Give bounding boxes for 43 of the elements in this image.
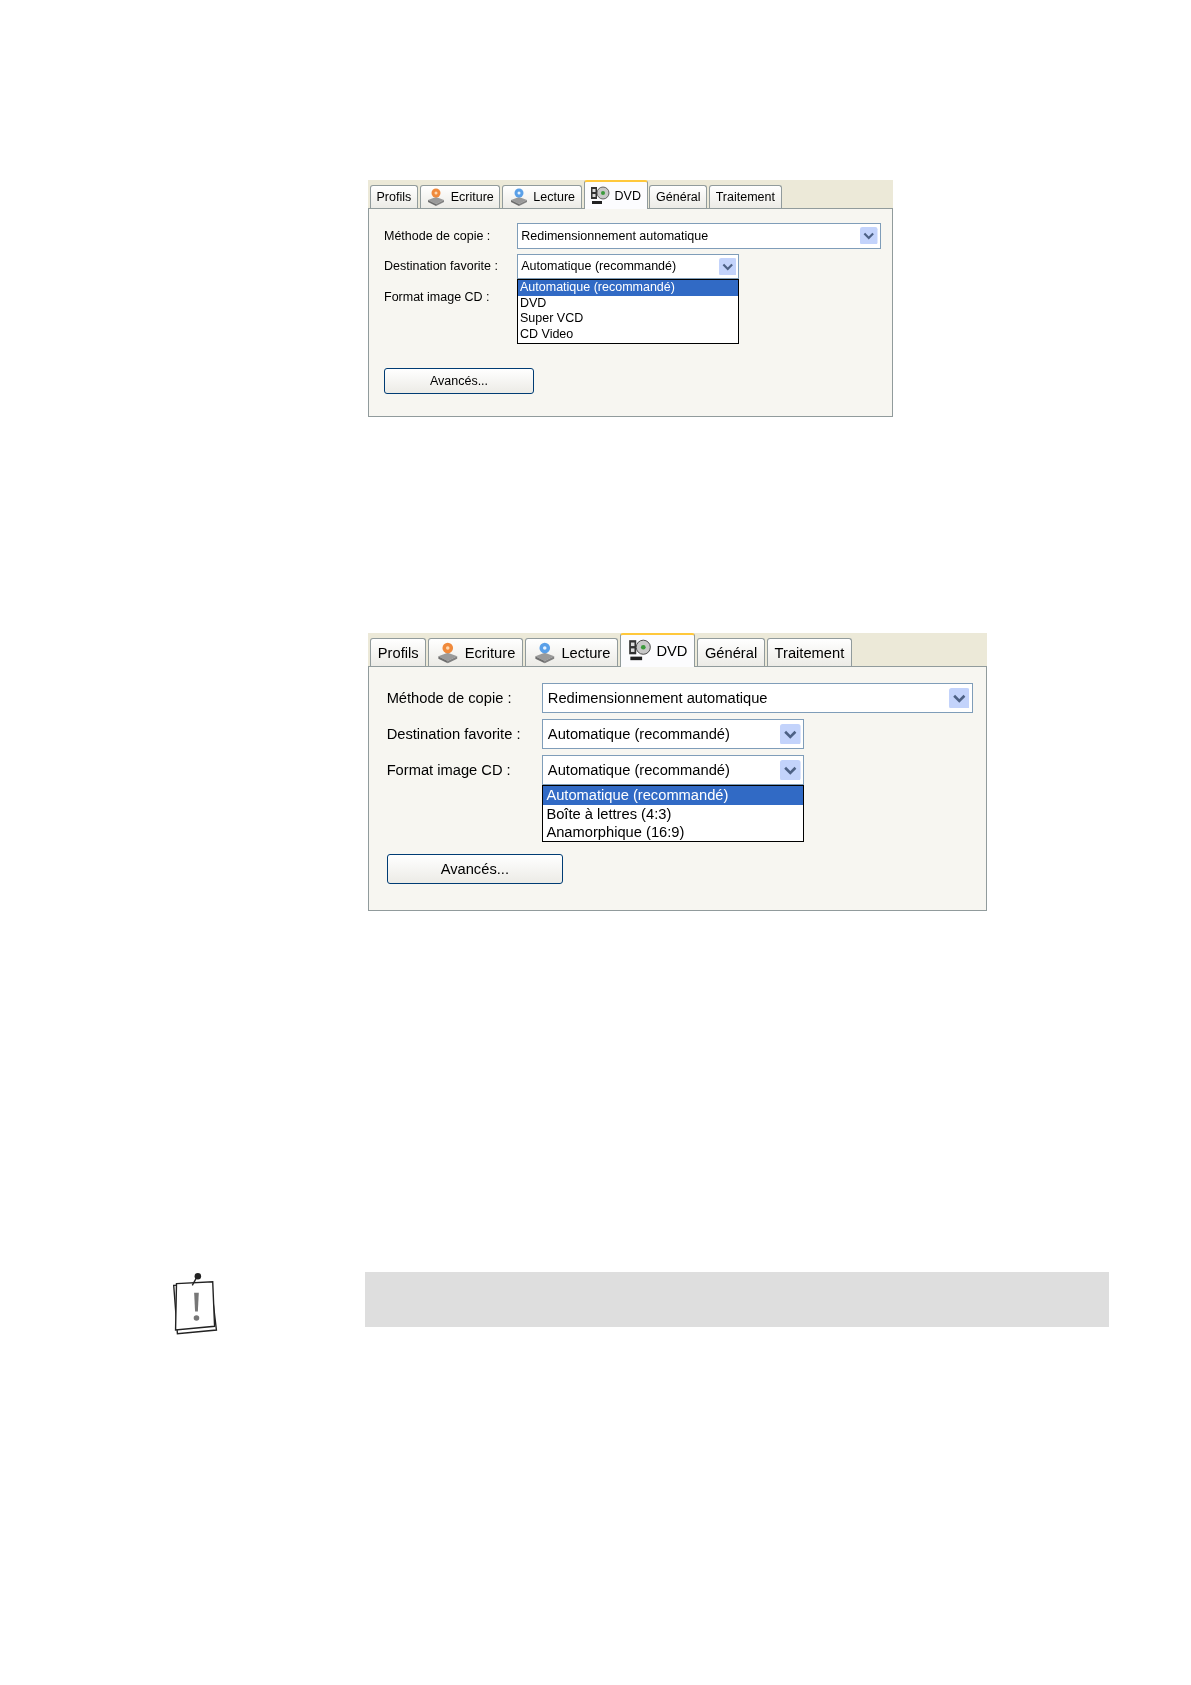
tab[interactable]: Général (697, 638, 765, 666)
dropdown-option[interactable]: DVD (517, 295, 738, 312)
chevron-down-icon (780, 723, 801, 745)
tab[interactable]: DVD (620, 633, 696, 667)
dropdown-option[interactable]: Super VCD (517, 311, 738, 327)
advanced-button[interactable]: Avancés... (384, 367, 534, 394)
tab[interactable]: Ecriture (419, 184, 501, 209)
dropdown[interactable]: Automatique (recommandé) (516, 253, 739, 280)
chevron-down-icon (860, 226, 878, 245)
dropdown-option[interactable]: CD Video (517, 327, 738, 343)
dropdown-option[interactable]: Automatique (recommandé) (517, 280, 738, 296)
dropdown[interactable]: Redimensionnement automatique (542, 683, 973, 714)
chevron-down-icon (948, 687, 970, 709)
drive-icon (436, 640, 460, 665)
dropdown-option[interactable]: Boîte à lettres (4:3) (543, 804, 804, 823)
tab[interactable]: Lecture (525, 638, 618, 666)
film-disc-icon (590, 185, 611, 206)
drive-icon (426, 186, 447, 207)
field-label: Format image CD : (386, 762, 512, 779)
tab[interactable]: Ecriture (428, 638, 523, 666)
field-label: Méthode de copie : (386, 690, 513, 707)
tab[interactable]: Général (649, 184, 708, 209)
film-disc-icon (627, 639, 652, 663)
dropdown-option[interactable]: Automatique (recommandé) (543, 786, 804, 805)
chevron-down-icon (718, 257, 737, 276)
field-label: Destination favorite : (386, 726, 522, 743)
dropdown-option[interactable]: Anamorphique (16:9) (543, 822, 804, 842)
dropdown[interactable]: Automatique (recommandé) (542, 719, 805, 750)
dropdown[interactable]: Redimensionnement automatique (516, 222, 881, 249)
field-label: Destination favorite : (384, 259, 499, 274)
chevron-down-icon (780, 759, 801, 781)
tab[interactable]: Lecture (502, 184, 582, 209)
tab[interactable]: Traitement (767, 638, 852, 666)
advanced-button[interactable]: Avancés... (386, 853, 563, 884)
tab[interactable]: DVD (583, 180, 648, 210)
tab[interactable]: Profils (370, 638, 427, 666)
drive-icon (508, 186, 529, 207)
field-label: Méthode de copie : (384, 228, 492, 243)
tab[interactable]: Profils (369, 184, 418, 209)
dropdown[interactable]: Automatique (recommandé) (542, 755, 805, 786)
tab[interactable]: Traitement (709, 184, 782, 209)
field-label: Format image CD : (384, 289, 491, 304)
drive-icon (532, 640, 557, 665)
